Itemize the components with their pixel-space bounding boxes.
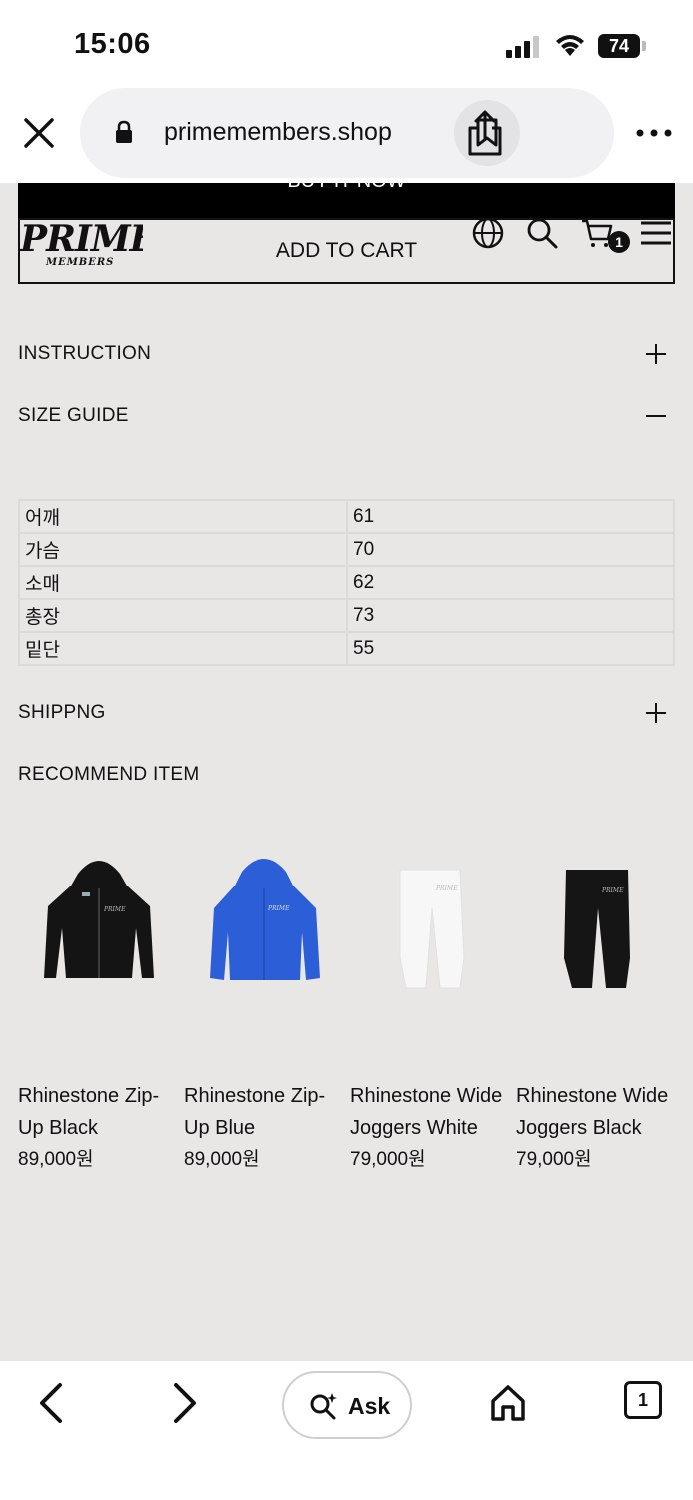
lock-icon xyxy=(116,120,132,143)
battery-tip xyxy=(642,41,646,51)
status-bar: 15:06 74 xyxy=(0,0,693,88)
accordion-instruction[interactable]: INSTRUCTION xyxy=(18,335,675,375)
table-row: 총장 73 xyxy=(18,598,675,633)
size-value: 70 xyxy=(346,532,675,567)
menu-icon[interactable] xyxy=(638,215,674,251)
product-card[interactable]: PRIME Rhinestone Zip-Up Black 89,000원 xyxy=(18,848,180,1176)
product-price: 89,000원 xyxy=(184,1149,260,1170)
globe-icon[interactable] xyxy=(470,215,506,251)
web-page: BUY IT NOW ADD TO CART PRIME MEMBERS 1 I… xyxy=(0,183,693,1360)
size-label: 총장 xyxy=(18,598,348,633)
minus-icon xyxy=(646,415,666,417)
product-card[interactable]: PRIME Rhinestone Zip-Up Blue 89,000원 xyxy=(184,848,346,1176)
status-time: 15:06 xyxy=(74,28,151,60)
size-table: 어깨 61 가슴 70 소매 62 총장 73 밑단 55 xyxy=(18,499,675,666)
svg-text:PRIME: PRIME xyxy=(601,887,624,894)
size-label: 가슴 xyxy=(18,532,348,567)
size-value: 73 xyxy=(346,598,675,633)
svg-text:PRIME: PRIME xyxy=(103,906,126,913)
product-image[interactable]: PRIME xyxy=(184,848,346,1023)
recommend-title: RECOMMEND ITEM xyxy=(18,764,200,785)
size-value: 55 xyxy=(346,631,675,666)
size-label: 소매 xyxy=(18,565,348,600)
product-image[interactable]: PRIME xyxy=(516,848,678,1023)
share-icon[interactable] xyxy=(460,108,510,158)
search-icon[interactable] xyxy=(524,215,560,251)
ai-search-icon xyxy=(310,1393,337,1420)
size-value: 61 xyxy=(346,499,675,534)
brand-logo[interactable]: PRIME MEMBERS xyxy=(18,213,143,275)
accordion-size-guide[interactable]: SIZE GUIDE xyxy=(18,397,675,437)
product-price: 79,000원 xyxy=(350,1149,426,1170)
product-name[interactable]: Rhinestone Wide Joggers White xyxy=(350,1080,512,1144)
table-row: 밑단 55 xyxy=(18,631,675,666)
svg-text:PRIME: PRIME xyxy=(19,218,143,260)
cellular-signal-icon xyxy=(506,36,542,58)
tabs-button[interactable]: 1 xyxy=(624,1381,662,1419)
product-price: 79,000원 xyxy=(516,1149,592,1170)
back-icon[interactable] xyxy=(34,1381,74,1425)
accordion-instruction-label: INSTRUCTION xyxy=(18,343,152,364)
address-bar[interactable]: primemembers.shop xyxy=(80,88,614,178)
size-label: 어깨 xyxy=(18,499,348,534)
table-row: 어깨 61 xyxy=(18,499,675,534)
ask-label: Ask xyxy=(348,1393,391,1419)
product-image[interactable]: PRIME xyxy=(350,848,512,1023)
product-price: 89,000원 xyxy=(18,1149,94,1170)
accordion-shipping[interactable]: SHIPPNG xyxy=(18,694,675,734)
plus-icon xyxy=(646,703,666,723)
product-card[interactable]: PRIME Rhinestone Wide Joggers Black 79,0… xyxy=(516,848,678,1176)
product-card[interactable]: PRIME Rhinestone Wide Joggers White 79,0… xyxy=(350,848,512,1176)
close-icon[interactable] xyxy=(20,114,58,152)
product-name[interactable]: Rhinestone Zip-Up Blue xyxy=(184,1080,346,1144)
accordion-shipping-label: SHIPPNG xyxy=(18,702,106,723)
more-options-icon[interactable] xyxy=(634,120,674,146)
table-row: 가슴 70 xyxy=(18,532,675,567)
size-value: 62 xyxy=(346,565,675,600)
home-icon[interactable] xyxy=(488,1381,528,1425)
browser-toolbar: primemembers.shop xyxy=(0,88,693,183)
wifi-icon xyxy=(556,35,584,56)
table-row: 소매 62 xyxy=(18,565,675,600)
product-name[interactable]: Rhinestone Wide Joggers Black xyxy=(516,1080,678,1144)
url-text: primemembers.shop xyxy=(164,118,392,146)
ask-button[interactable]: Ask xyxy=(282,1371,412,1439)
svg-text:MEMBERS: MEMBERS xyxy=(45,257,114,268)
plus-icon xyxy=(646,344,666,364)
add-to-cart-label: ADD TO CART xyxy=(275,239,418,262)
size-label: 밑단 xyxy=(18,631,348,666)
forward-icon[interactable] xyxy=(162,1381,202,1425)
accordion-size-guide-label: SIZE GUIDE xyxy=(18,405,129,426)
cart-count-badge: 1 xyxy=(608,231,630,253)
svg-text:PRIME: PRIME xyxy=(435,885,458,892)
svg-text:PRIME: PRIME xyxy=(267,905,290,912)
buy-now-label: BUY IT NOW xyxy=(287,183,405,192)
battery-indicator: 74 xyxy=(598,34,640,58)
product-name[interactable]: Rhinestone Zip-Up Black xyxy=(18,1080,180,1144)
product-image[interactable]: PRIME xyxy=(18,848,180,1023)
browser-bottom-toolbar: Ask 1 xyxy=(0,1360,693,1500)
